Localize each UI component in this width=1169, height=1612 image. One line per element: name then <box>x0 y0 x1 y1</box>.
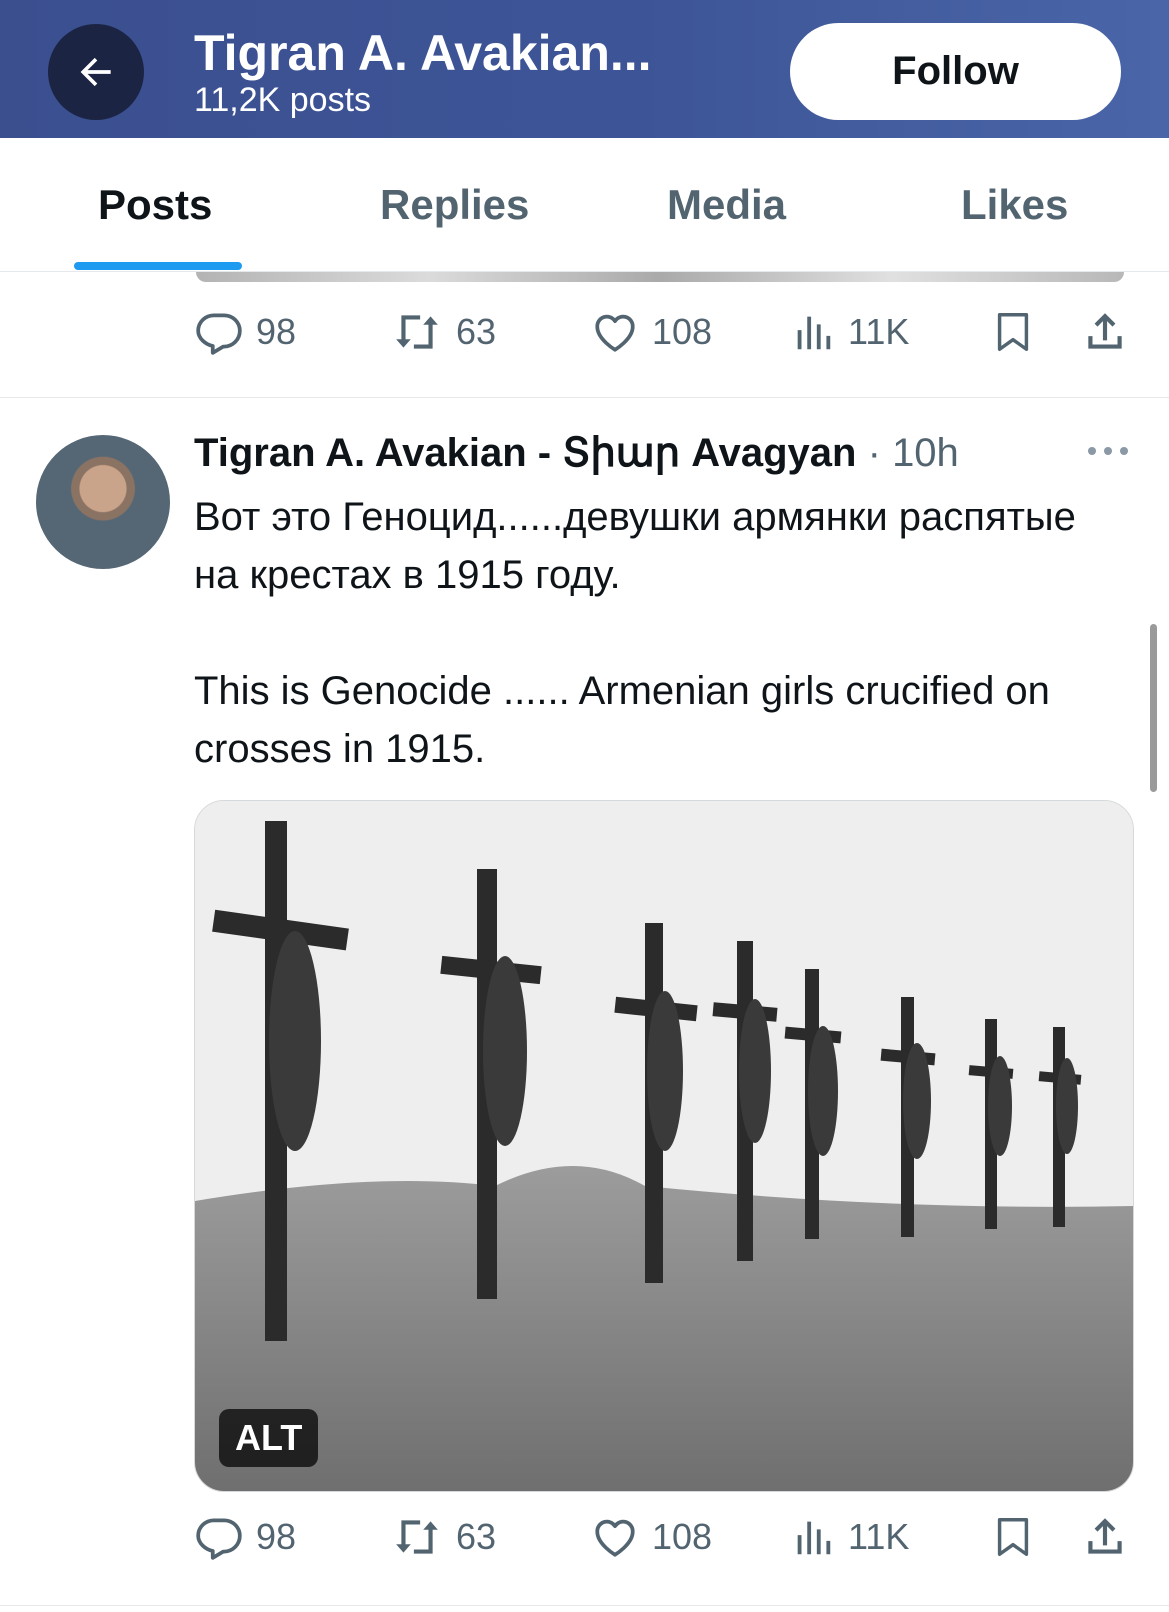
views-button[interactable]: 11K <box>790 1507 909 1567</box>
analytics-icon <box>797 316 831 350</box>
like-button[interactable]: 108 <box>590 1507 712 1567</box>
like-count: 108 <box>652 1516 713 1557</box>
bookmark-icon <box>997 1518 1029 1556</box>
tab-media[interactable]: Media <box>667 180 786 230</box>
share-icon <box>1088 1518 1122 1554</box>
scrollbar[interactable] <box>1150 624 1157 792</box>
repost-button[interactable]: 63 <box>390 302 496 362</box>
like-count: 108 <box>652 311 713 352</box>
photo-crosses-image <box>195 801 1133 1491</box>
tweet-action-bar: 98 63 108 11K <box>0 1507 1169 1567</box>
repost-count: 63 <box>456 1516 497 1557</box>
heart-icon <box>595 314 635 352</box>
reply-count: 98 <box>256 1516 297 1557</box>
post-time[interactable]: 10h <box>892 431 959 475</box>
reply-icon <box>196 1518 242 1560</box>
alt-text-badge[interactable]: ALT <box>219 1409 319 1467</box>
tweet-header: Tigran A. Avakian - Տիար Avagyan · 10h <box>194 428 959 478</box>
reply-count: 98 <box>256 311 297 352</box>
bookmark-button[interactable] <box>990 1507 1036 1567</box>
like-button[interactable]: 108 <box>590 302 712 362</box>
tab-likes[interactable]: Likes <box>961 180 1068 230</box>
previous-post-image[interactable] <box>196 272 1124 282</box>
arrow-left-icon <box>80 57 111 87</box>
share-button[interactable] <box>1080 302 1130 362</box>
tweet-text: Вот это Геноцид......девушки армянки рас… <box>194 495 1076 771</box>
tab-posts[interactable]: Posts <box>98 180 212 230</box>
post-count: 11,2K posts <box>194 81 372 119</box>
views-button[interactable]: 11K <box>790 302 909 362</box>
author-name[interactable]: Tigran A. Avakian - Տիար Avagyan <box>194 431 856 475</box>
repost-count: 63 <box>456 311 497 352</box>
avatar[interactable] <box>36 435 170 569</box>
view-count: 11K <box>848 311 910 352</box>
repost-icon <box>396 315 438 349</box>
share-button[interactable] <box>1080 1507 1130 1567</box>
view-count: 11K <box>848 1516 910 1557</box>
bookmark-icon <box>997 313 1029 351</box>
reply-button[interactable]: 98 <box>194 302 296 362</box>
separator-dot: · <box>867 431 881 475</box>
heart-icon <box>595 1519 635 1557</box>
profile-header: Tigran A. Avakian... 11,2K posts Follow <box>0 0 1169 138</box>
reply-icon <box>196 313 242 355</box>
repost-button[interactable]: 63 <box>390 1507 496 1567</box>
active-tab-indicator <box>74 262 242 270</box>
reply-button[interactable]: 98 <box>194 1507 296 1567</box>
follow-button[interactable]: Follow <box>790 23 1121 120</box>
share-icon <box>1088 313 1122 349</box>
tab-replies[interactable]: Replies <box>380 180 529 230</box>
previous-post-action-bar: 98 63 108 11K <box>0 302 1169 362</box>
analytics-icon <box>797 1521 831 1555</box>
more-icon <box>1088 447 1128 455</box>
bookmark-button[interactable] <box>990 302 1036 362</box>
repost-icon <box>396 1520 438 1554</box>
post-divider <box>0 397 1169 398</box>
profile-name: Tigran A. Avakian... <box>194 25 652 81</box>
post-divider <box>0 1605 1169 1606</box>
more-options-button[interactable] <box>1086 443 1130 464</box>
back-button[interactable] <box>48 24 144 120</box>
tweet-media-image[interactable]: ALT <box>194 800 1134 1492</box>
profile-tabs: Posts Replies Media Likes <box>0 138 1169 272</box>
